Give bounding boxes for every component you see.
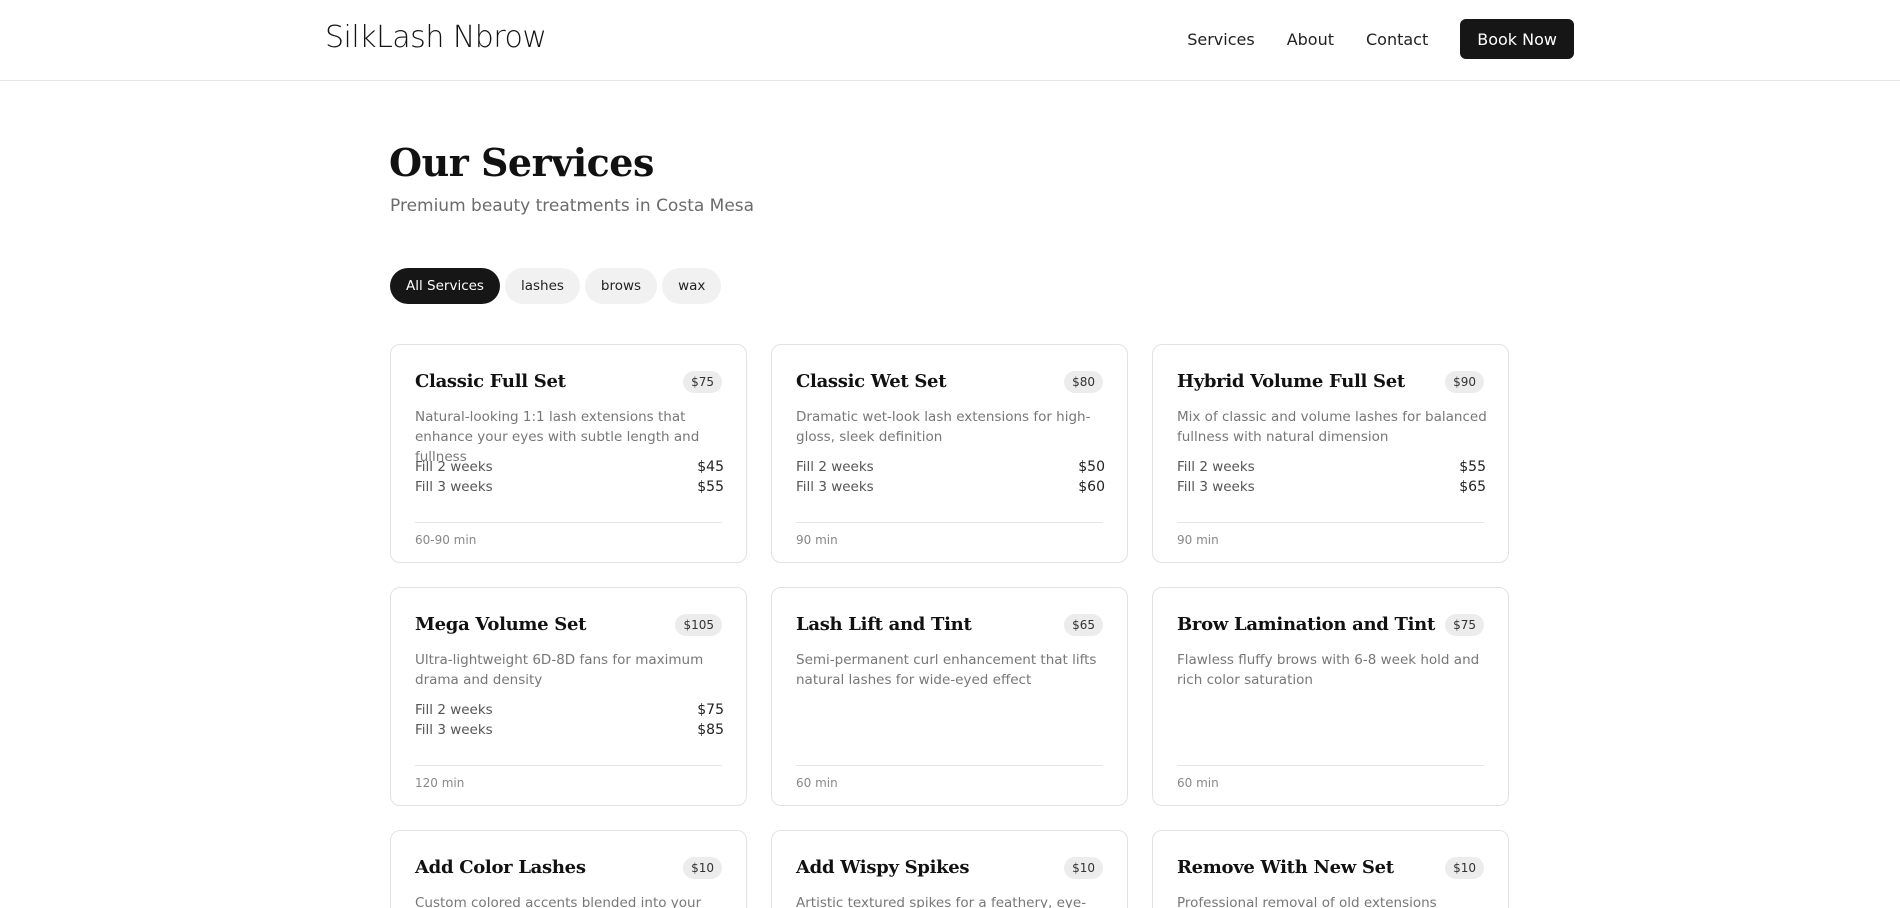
fill-label: Fill 3 weeks <box>415 479 493 495</box>
fill-row: Fill 3 weeks $65 <box>1177 477 1486 497</box>
service-name: Lash Lift and Tint <box>796 614 972 635</box>
card-divider <box>415 765 722 766</box>
card-divider <box>1177 765 1484 766</box>
fill-options: Fill 2 weeks $50 Fill 3 weeks $60 <box>796 457 1105 497</box>
service-card-remove-with-new-set[interactable]: Remove With New Set $10 Professional rem… <box>1152 830 1509 908</box>
fill-row: Fill 3 weeks $85 <box>415 720 724 740</box>
page-title: Our Services <box>389 140 654 185</box>
category-filters: All Services lashes brows wax <box>390 268 726 304</box>
service-description: Artistic textured spikes for a feathery,… <box>796 895 1087 908</box>
service-name: Mega Volume Set <box>415 614 587 635</box>
card-divider <box>1177 522 1484 523</box>
service-price-badge: $10 <box>1064 857 1103 879</box>
fill-label: Fill 3 weeks <box>1177 479 1255 495</box>
service-description: Custom colored accents blended into your… <box>415 895 702 908</box>
fill-label: Fill 2 weeks <box>415 702 493 718</box>
fill-options: Fill 2 weeks $55 Fill 3 weeks $65 <box>1177 457 1486 497</box>
service-card-classic-wet-set[interactable]: Classic Wet Set $80 Dramatic wet-look la… <box>771 344 1128 563</box>
fill-price: $55 <box>697 479 724 495</box>
service-name: Add Wispy Spikes <box>796 857 970 878</box>
fill-row: Fill 3 weeks $55 <box>415 477 724 497</box>
service-card-mega-volume-set[interactable]: Mega Volume Set $105 Ultra-lightweight 6… <box>390 587 747 806</box>
service-price-badge: $105 <box>675 614 722 636</box>
service-card-lash-lift-and-tint[interactable]: Lash Lift and Tint $65 Semi-permanent cu… <box>771 587 1128 806</box>
service-duration: 60 min <box>796 776 838 790</box>
service-price-badge: $75 <box>1445 614 1484 636</box>
card-divider <box>415 522 722 523</box>
card-divider <box>796 765 1103 766</box>
service-description: Professional removal of old extensions f… <box>1177 895 1437 908</box>
service-price-badge: $80 <box>1064 371 1103 393</box>
service-description: Ultra-lightweight 6D-8D fans for maximum… <box>415 652 704 688</box>
fill-label: Fill 3 weeks <box>796 479 874 495</box>
fill-label: Fill 2 weeks <box>1177 459 1255 475</box>
service-duration: 90 min <box>1177 533 1219 547</box>
service-description: Flawless fluffy brows with 6-8 week hold… <box>1177 652 1480 688</box>
nav-link-about[interactable]: About <box>1287 30 1334 49</box>
filter-wax[interactable]: wax <box>662 268 722 304</box>
fill-row: Fill 2 weeks $55 <box>1177 457 1486 477</box>
filter-all-services[interactable]: All Services <box>390 268 500 304</box>
page-subtitle: Premium beauty treatments in Costa Mesa <box>390 196 755 216</box>
fill-row: Fill 2 weeks $45 <box>415 457 724 477</box>
fill-price: $65 <box>1459 479 1486 495</box>
card-divider <box>796 522 1103 523</box>
fill-price: $45 <box>697 459 724 475</box>
service-duration: 60-90 min <box>415 533 477 547</box>
fill-options: Fill 2 weeks $45 Fill 3 weeks $55 <box>415 457 724 497</box>
service-duration: 60 min <box>1177 776 1219 790</box>
service-name: Classic Wet Set <box>796 371 947 392</box>
fill-row: Fill 2 weeks $75 <box>415 700 724 720</box>
service-name: Hybrid Volume Full Set <box>1177 371 1405 392</box>
fill-price: $60 <box>1078 479 1105 495</box>
fill-row: Fill 2 weeks $50 <box>796 457 1105 477</box>
fill-price: $85 <box>697 722 724 738</box>
service-price-badge: $75 <box>683 371 722 393</box>
main-nav: Services About Contact Book Now <box>1187 19 1574 59</box>
service-card-classic-full-set[interactable]: Classic Full Set $75 Natural-looking 1:1… <box>390 344 747 563</box>
fill-options: Fill 2 weeks $75 Fill 3 weeks $85 <box>415 700 724 740</box>
fill-label: Fill 2 weeks <box>796 459 874 475</box>
service-duration: 120 min <box>415 776 465 790</box>
service-price-badge: $90 <box>1445 371 1484 393</box>
service-name: Brow Lamination and Tint <box>1177 614 1435 635</box>
service-price-badge: $10 <box>1445 857 1484 879</box>
service-card-hybrid-volume-full-set[interactable]: Hybrid Volume Full Set $90 Mix of classi… <box>1152 344 1509 563</box>
filter-lashes[interactable]: lashes <box>504 268 580 304</box>
fill-label: Fill 3 weeks <box>415 722 493 738</box>
service-name: Add Color Lashes <box>415 857 586 878</box>
service-name: Remove With New Set <box>1177 857 1394 878</box>
brand-logo[interactable]: SilkLash Nbrow <box>325 20 547 55</box>
fill-price: $75 <box>697 702 724 718</box>
fill-row: Fill 3 weeks $60 <box>796 477 1105 497</box>
fill-price: $50 <box>1078 459 1105 475</box>
nav-link-services[interactable]: Services <box>1187 30 1254 49</box>
service-description: Dramatic wet-look lash extensions for hi… <box>796 409 1091 445</box>
service-card-add-wispy-spikes[interactable]: Add Wispy Spikes $10 Artistic textured s… <box>771 830 1128 908</box>
service-description: Semi-permanent curl enhancement that lif… <box>796 652 1097 688</box>
book-now-button[interactable]: Book Now <box>1460 19 1574 59</box>
service-name: Classic Full Set <box>415 371 566 392</box>
service-price-badge: $10 <box>683 857 722 879</box>
filter-brows[interactable]: brows <box>584 268 658 304</box>
fill-price: $55 <box>1459 459 1486 475</box>
service-card-brow-lamination-and-tint[interactable]: Brow Lamination and Tint $75 Flawless fl… <box>1152 587 1509 806</box>
service-duration: 90 min <box>796 533 838 547</box>
site-header: SilkLash Nbrow Services About Contact Bo… <box>0 0 1900 81</box>
service-card-add-color-lashes[interactable]: Add Color Lashes $10 Custom colored acce… <box>390 830 747 908</box>
service-price-badge: $65 <box>1064 614 1103 636</box>
nav-link-contact[interactable]: Contact <box>1366 30 1428 49</box>
fill-label: Fill 2 weeks <box>415 459 493 475</box>
service-description: Mix of classic and volume lashes for bal… <box>1177 409 1487 445</box>
